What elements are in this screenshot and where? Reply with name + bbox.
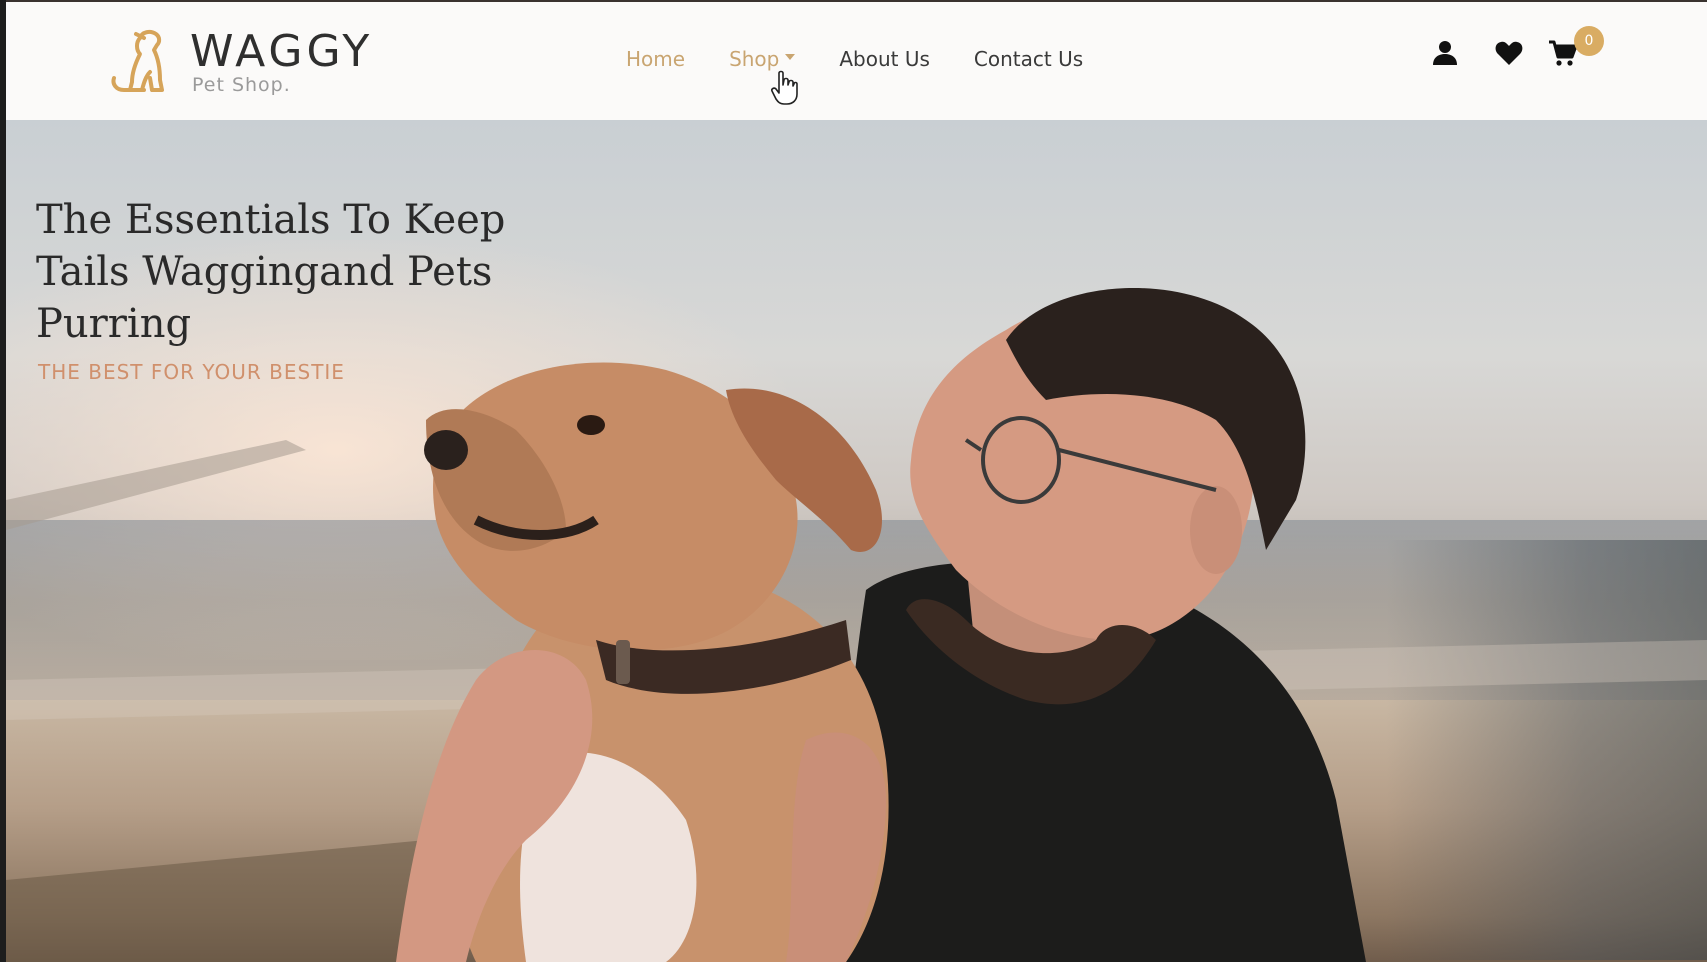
hero-subtitle: THE BEST FOR YOUR BESTIE [38, 360, 345, 384]
caret-down-icon [785, 54, 796, 60]
main-nav: Home Shop About Us Contact Us [626, 44, 1127, 74]
brand-tagline: Pet Shop. [192, 74, 291, 96]
nav-about-us[interactable]: About Us [839, 47, 930, 71]
brand-name: WAGGY [190, 26, 374, 77]
site-header: WAGGY Pet Shop. Home Shop About Us Conta… [6, 2, 1707, 120]
page: WAGGY Pet Shop. Home Shop About Us Conta… [6, 2, 1707, 962]
dog-logo-icon [111, 29, 164, 92]
header-icons: 0 [1430, 26, 1610, 82]
nav-contact-us[interactable]: Contact Us [974, 47, 1083, 71]
cart-count-badge: 0 [1574, 26, 1604, 56]
nav-home[interactable]: Home [626, 47, 685, 71]
hand-pointer-cursor-icon [771, 70, 798, 105]
logo[interactable]: WAGGY Pet Shop. [110, 26, 390, 98]
user-icon[interactable] [1430, 38, 1460, 68]
nav-shop-label: Shop [729, 47, 780, 71]
heart-icon[interactable] [1494, 38, 1524, 68]
hero-banner: The Essentials To Keep Tails Waggingand … [6, 120, 1707, 962]
hero-title: The Essentials To Keep Tails Waggingand … [36, 197, 506, 347]
nav-shop[interactable]: Shop [729, 47, 796, 71]
